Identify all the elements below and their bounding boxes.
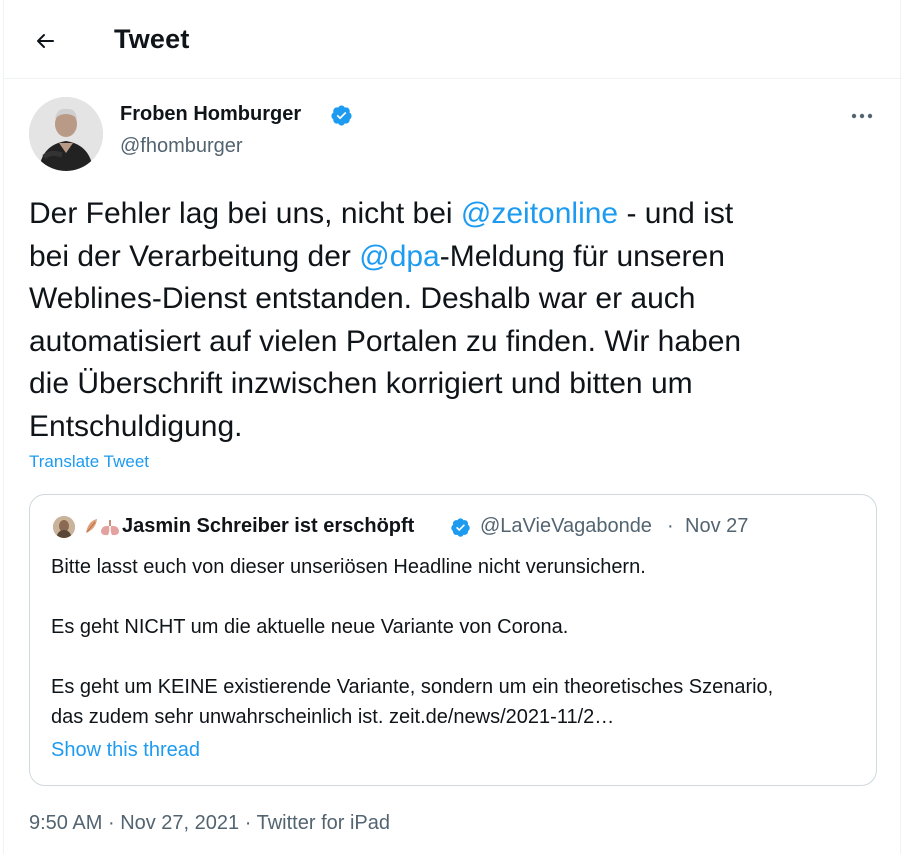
- mention-link[interactable]: @dpa: [359, 240, 440, 273]
- back-arrow-icon: [37, 34, 54, 48]
- tweet-text-line: die Überschrift inzwischen korrigiert un…: [29, 367, 693, 400]
- quoted-author-handle[interactable]: @LaVieVagabonde: [480, 515, 652, 538]
- quoted-text-line: Bitte lasst euch von dieser unseriösen H…: [51, 556, 646, 578]
- mention-link[interactable]: @zeitonline: [461, 197, 618, 230]
- emoji-leaf-lungs-icon: [86, 519, 119, 536]
- tweet-metadata: 9:50 AM · Nov 27, 2021 · Twitter for iPa…: [29, 812, 390, 835]
- more-dots-icon: [851, 113, 873, 119]
- author-handle[interactable]: @fhomburger: [120, 135, 243, 158]
- separator-dot: ·: [107, 812, 115, 834]
- tweet-source: Twitter for iPad: [256, 812, 390, 834]
- quoted-author-name[interactable]: Jasmin Schreiber ist erschöpft: [122, 515, 414, 538]
- page-header: Tweet: [4, 0, 902, 79]
- back-button[interactable]: [26, 22, 64, 60]
- page-title: Tweet: [114, 24, 190, 54]
- tweet-text-line: Der Fehler lag bei uns, nicht bei @zeito…: [29, 197, 734, 230]
- tweet-text-line: Entschuldigung.: [29, 409, 243, 443]
- verified-badge-icon: [331, 105, 352, 126]
- quoted-author-avatar: [53, 516, 75, 538]
- translate-tweet-link[interactable]: Translate Tweet: [29, 452, 149, 472]
- quoted-tweet-card[interactable]: Jasmin Schreiber ist erschöpft @LaVieVag…: [29, 494, 877, 786]
- tweet-text-line: bei der Verarbeitung der @dpa-Meldung fü…: [29, 239, 725, 273]
- quoted-text-line: Es geht um KEINE existierende Variante, …: [51, 676, 774, 698]
- quoted-text-line: das zudem sehr unwahrscheinlich ist. zei…: [51, 706, 615, 728]
- tweet-text-line: Weblines-Dienst entstanden. Deshalb war …: [29, 282, 696, 315]
- tweet-text: Der Fehler lag bei uns, nicht bei @zeito…: [29, 193, 879, 448]
- tweet-date[interactable]: Nov 27, 2021: [120, 812, 239, 834]
- avatar-photo: [29, 97, 103, 171]
- tweet-text-line: automatisiert auf vielen Portalen zu fin…: [29, 324, 742, 358]
- separator-dot: ·: [244, 812, 252, 834]
- verified-badge-icon: [451, 518, 470, 537]
- author-name[interactable]: Froben Homburger: [120, 103, 301, 126]
- quoted-tweet-date[interactable]: Nov 27: [685, 515, 748, 538]
- quoted-tweet-text: Bitte lasst euch von dieser unseriösen H…: [51, 552, 871, 732]
- tweet-time[interactable]: 9:50 AM: [29, 812, 102, 834]
- more-options-button[interactable]: [840, 98, 884, 134]
- show-thread-link[interactable]: Show this thread: [51, 739, 200, 762]
- quoted-text-line: Es geht NICHT um die aktuelle neue Varia…: [51, 616, 569, 638]
- author-avatar[interactable]: [29, 97, 103, 171]
- separator-dot: ·: [667, 515, 674, 537]
- avatar-photo: [53, 516, 75, 538]
- tweet-page: Tweet Froben Homburger @fhomburger Der F…: [3, 0, 902, 854]
